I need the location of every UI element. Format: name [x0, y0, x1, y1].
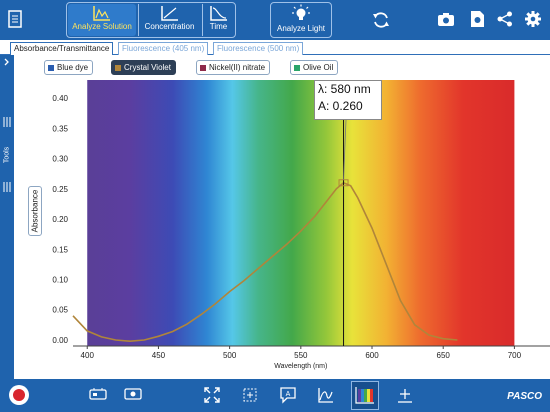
legend-nickel-nitrate[interactable]: Nickel(II) nitrate [196, 60, 271, 75]
tab-fluorescence-405[interactable]: Fluorescence (405 nm) [118, 42, 209, 55]
x-tick-label: 700 [508, 351, 522, 360]
x-tick-label: 500 [223, 351, 237, 360]
analyze-solution-label: Analyze Solution [72, 22, 132, 31]
y-tick-label: 0.15 [52, 245, 68, 254]
cursor-wavelength: λ: 580 nm [318, 82, 371, 96]
curve-fit-icon[interactable] [317, 386, 335, 404]
spectrum-display-toggle[interactable] [351, 381, 379, 410]
series-swatch [200, 64, 206, 71]
settings-gear-icon[interactable] [524, 10, 542, 28]
time-label: Time [209, 22, 228, 31]
concentration-button[interactable]: Concentration [138, 4, 200, 36]
y-tick-label: 0.40 [52, 94, 68, 103]
analyze-light-label: Analyze Light [276, 24, 326, 33]
y-tick-label: 0.00 [52, 336, 68, 345]
legend-label: Blue dye [57, 63, 89, 72]
tab-fluorescence-500[interactable]: Fluorescence (500 nm) [213, 42, 304, 55]
x-tick-label: 450 [152, 351, 166, 360]
light-bulb-icon [292, 4, 310, 20]
series-swatch [294, 64, 300, 71]
time-graph-icon [209, 6, 227, 21]
x-tick-label: 650 [437, 351, 451, 360]
share-icon[interactable] [497, 11, 513, 27]
spectrum-background [87, 80, 515, 346]
x-tick-label: 600 [365, 351, 379, 360]
top-toolbar: Analyze Solution Concentration Time Anal… [0, 0, 550, 40]
time-button[interactable]: Time [202, 4, 234, 36]
refresh-icon[interactable] [371, 10, 391, 30]
legend-label: Nickel(II) nitrate [209, 63, 266, 72]
x-tick-label: 550 [294, 351, 308, 360]
svg-text:A: A [286, 391, 291, 398]
concentration-label: Concentration [144, 22, 195, 31]
series-swatch [48, 64, 54, 71]
color-spectrum-icon [355, 387, 374, 404]
tab-absorbance-transmittance[interactable]: Absorbance/Transmittance [10, 42, 114, 55]
bottom-toolbar: A PASCO [0, 379, 550, 412]
cursor-readout[interactable]: λ: 580 nm A: 0.260 [314, 80, 382, 120]
analyze-light-content: Analyze Light [272, 4, 330, 33]
cursor-absorbance: A: 0.260 [318, 99, 363, 113]
x-tick-label: 400 [81, 351, 95, 360]
x-axis-label: Wavelength (nm) [274, 363, 327, 370]
analyze-solution-button[interactable]: Analyze Solution [68, 4, 136, 36]
add-coordinates-icon[interactable] [396, 386, 414, 404]
y-tick-label: 0.35 [52, 124, 68, 133]
absorbance-graph-icon [93, 6, 110, 21]
measurement-tabs: Absorbance/Transmittance Fluorescence (4… [0, 40, 550, 55]
legend-blue-dye[interactable]: Blue dye [44, 60, 94, 75]
scale-to-fit-icon[interactable] [203, 386, 221, 404]
sensor-device-icon[interactable] [88, 386, 108, 402]
legend-olive-oil[interactable]: Olive Oil [290, 60, 339, 75]
legend-crystal-violet[interactable]: Crystal Violet [111, 60, 176, 75]
pasco-logo: PASCO [507, 391, 542, 402]
document-icon[interactable] [8, 10, 22, 28]
absorbance-chart[interactable]: 0.00 0.05 0.10 0.15 0.20 0.25 0.30 0.35 0.40 400… [0, 78, 550, 378]
camera-icon[interactable] [437, 12, 455, 27]
expand-chevron-icon[interactable] [0, 57, 14, 67]
snapshot-file-icon[interactable] [470, 10, 485, 28]
concentration-graph-icon [160, 6, 178, 21]
y-tick-label: 0.20 [52, 215, 68, 224]
spectrometer-device-icon[interactable] [123, 386, 143, 402]
y-tick-label: 0.10 [52, 276, 68, 285]
legend-label: Olive Oil [303, 63, 334, 72]
y-tick-label: 0.05 [52, 306, 68, 315]
annotation-icon[interactable]: A [279, 386, 297, 404]
legend-label: Crystal Violet [124, 63, 171, 72]
record-button-icon[interactable] [8, 384, 30, 406]
y-tick-label: 0.30 [52, 155, 68, 164]
series-swatch [115, 64, 121, 71]
select-region-icon[interactable] [241, 386, 259, 404]
y-tick-label: 0.25 [52, 185, 68, 194]
